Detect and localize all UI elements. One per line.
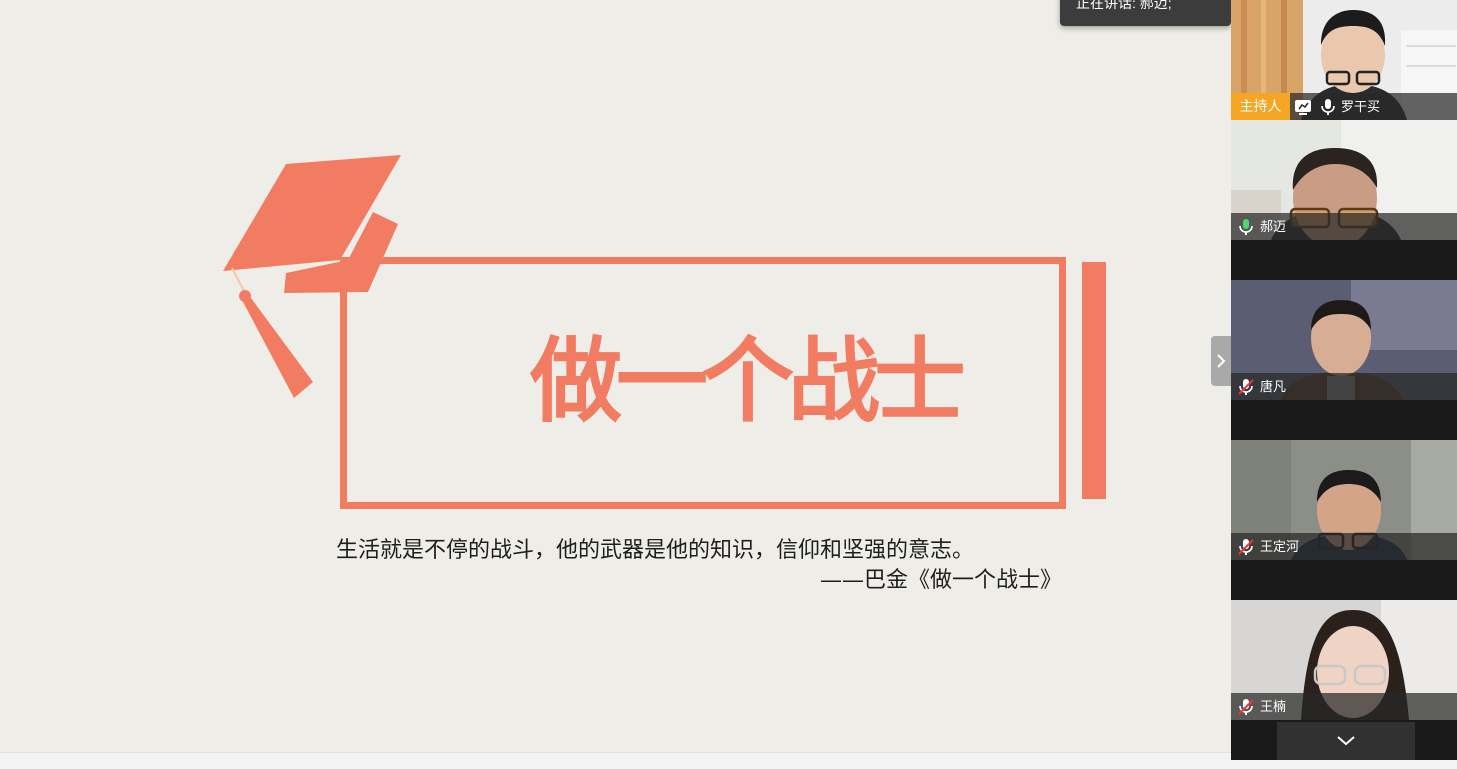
name-bar: 郝迈 — [1231, 213, 1457, 240]
participant-name: 王定河 — [1260, 539, 1300, 554]
name-bar: 唐凡 — [1231, 373, 1457, 400]
slide-quote: 生活就是不停的战斗，他的武器是他的知识，信仰和坚强的意志。 — [336, 538, 975, 563]
video-tile[interactable]: 主持人 罗干买 — [1231, 0, 1457, 120]
collapse-panel-button[interactable] — [1211, 336, 1231, 386]
host-badge: 主持人 — [1231, 93, 1290, 120]
participant-name: 罗干买 — [1341, 99, 1381, 114]
participant-name: 郝迈 — [1260, 219, 1287, 234]
active-speaker-banner: 正在讲话: 郝迈; — [1060, 0, 1231, 26]
video-tile[interactable]: 唐凡 — [1231, 280, 1457, 400]
participant-name: 王楠 — [1260, 699, 1287, 714]
microphone-active-icon — [1239, 219, 1253, 235]
name-bar: 王定河 — [1231, 533, 1457, 560]
microphone-muted-icon — [1238, 379, 1254, 395]
chevron-right-icon — [1217, 354, 1226, 368]
shared-slide: 做一个战士 生活就是不停的战斗，他的武器是他的知识，信仰和坚强的意志。 ——巴金… — [0, 0, 1231, 752]
microphone-muted-icon — [1238, 699, 1254, 715]
meeting-window: 做一个战士 生活就是不停的战斗，他的武器是他的知识，信仰和坚强的意志。 ——巴金… — [0, 0, 1457, 769]
participant-name: 唐凡 — [1260, 379, 1287, 394]
accent-bar — [1082, 262, 1106, 499]
slide-title: 做一个战士 — [529, 328, 966, 435]
video-tile[interactable]: 郝迈 — [1231, 120, 1457, 240]
participant-panel: 主持人 罗干买 郝迈 唐凡 王定河 王楠 — [1231, 0, 1457, 760]
slide-attribution: ——巴金《做一个战士》 — [819, 568, 1062, 593]
video-tile[interactable]: 王定河 — [1231, 440, 1457, 560]
screen-share-icon — [1295, 100, 1311, 115]
microphone-muted-icon — [1238, 539, 1254, 555]
scroll-down-button[interactable] — [1277, 722, 1415, 760]
chevron-down-icon — [1337, 736, 1355, 746]
microphone-icon — [1321, 99, 1335, 115]
video-tile[interactable]: 王楠 — [1231, 600, 1457, 720]
name-bar: 王楠 — [1231, 693, 1457, 720]
name-bar: 主持人 罗干买 — [1231, 93, 1457, 120]
